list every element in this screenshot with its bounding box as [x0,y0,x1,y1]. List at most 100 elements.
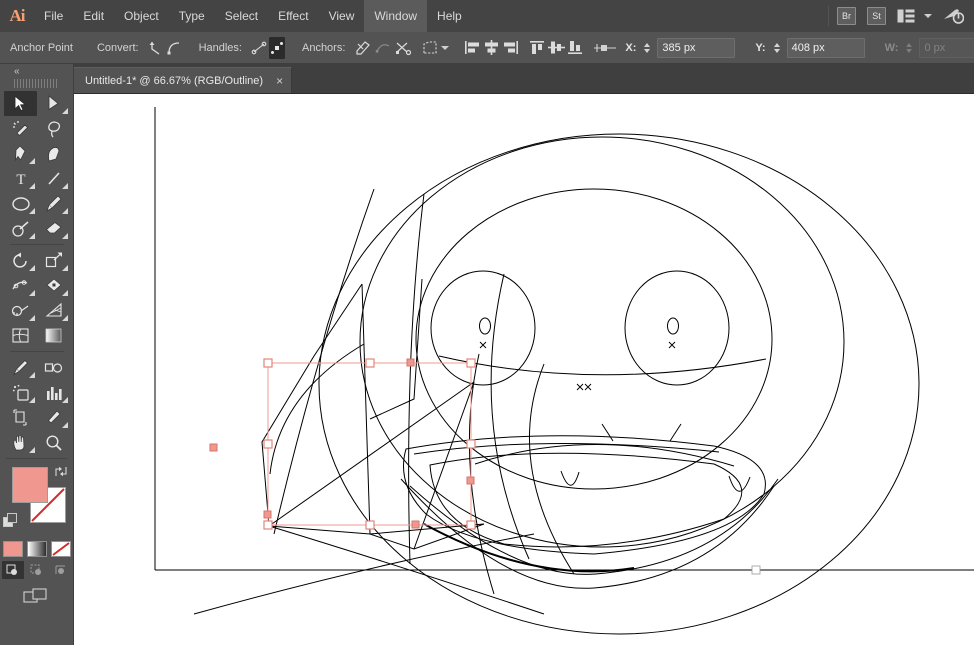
direct-selection-tool[interactable] [37,91,70,116]
anchors-label: Anchors: [301,41,346,54]
artboard-tool[interactable] [4,405,37,430]
mesh-tool[interactable] [4,323,37,348]
right-pupil [667,317,679,335]
x-position-field[interactable]: 385 px [657,37,736,58]
tool-group-corner [29,397,35,403]
eraser-tool[interactable] [37,216,70,241]
convert-to-corner-icon[interactable] [148,37,164,59]
menu-bar: Ai File Edit Object Type Select Effect View Win… [0,0,974,32]
tool-group-corner [62,108,68,114]
draw-inside-mode[interactable] [50,561,72,579]
change-screen-mode-icon[interactable] [22,587,51,608]
type-tool[interactable]: T [4,166,37,191]
curvature-tool[interactable] [37,141,70,166]
draw-behind-mode[interactable] [26,561,48,579]
column-graph-tool[interactable] [37,380,70,405]
isolate-selected-icon[interactable] [594,37,617,59]
cut-path-icon[interactable] [394,37,412,59]
paintbrush-tool[interactable] [37,191,70,216]
none-swatch[interactable] [50,541,71,557]
y-position-field-stepper[interactable] [771,42,783,53]
svg-text:T: T [16,172,25,187]
pen-tool[interactable] [4,141,37,166]
ellipse-tool[interactable] [4,191,37,216]
blend-tool[interactable] [37,355,70,380]
connect-anchors-icon[interactable] [374,37,392,59]
path-anchor-points [209,358,475,529]
eyedropper-tool[interactable] [4,355,37,380]
remove-anchor-icon[interactable] [354,37,372,59]
fill-stroke-controls [0,463,74,539]
menu-item-window[interactable]: Window [364,0,428,32]
zoom-tool[interactable] [37,430,70,455]
document-canvas[interactable] [74,94,974,645]
x-position-field-stepper[interactable] [641,42,653,53]
menu-item-edit[interactable]: Edit [73,0,114,32]
align-left-icon[interactable] [464,37,481,59]
convert-label: Convert: [96,41,139,54]
tool-group-corner [62,315,68,321]
tool-group-corner [62,233,68,239]
drawing-modes-row [0,561,73,579]
selection-tool[interactable] [4,91,37,116]
gradient-swatch[interactable] [26,541,47,557]
align-vertical-center-icon[interactable] [548,37,566,59]
left-nostril [601,423,614,442]
width-field-label: W: [884,41,899,54]
rotate-tool[interactable] [4,248,37,273]
fill-swatch[interactable] [12,467,48,503]
tool-group-corner [29,233,35,239]
chevron-down-icon[interactable] [441,45,450,50]
magic-wand-tool[interactable] [4,116,37,141]
menu-item-object[interactable]: Object [114,0,169,32]
swap-fill-stroke-icon[interactable] [54,465,68,481]
menu-item-effect[interactable]: Effect [268,0,318,32]
tool-group-corner [29,447,35,453]
collapse-panel-icon[interactable]: « [14,66,19,77]
tool-group-secondary [0,355,74,455]
gradient-tool[interactable] [37,323,70,348]
align-bottom-icon[interactable] [567,37,584,59]
shape-builder-tool[interactable] [4,298,37,323]
shaper-tool[interactable] [4,216,37,241]
free-transform-tool[interactable] [37,273,70,298]
tools-panel-grabber[interactable] [14,79,59,88]
menu-item-file[interactable]: File [34,0,73,32]
tool-group-primary: T [0,91,74,355]
tool-group-corner [62,422,68,428]
psyduck-outline-artwork [154,107,974,635]
show-handles-icon[interactable] [251,37,267,59]
perspective-grid-tool[interactable] [37,298,70,323]
workspace-switcher-icon[interactable] [942,7,964,25]
menu-item-select[interactable]: Select [215,0,268,32]
left-eye-outline [430,270,536,386]
sweep-stroke-1 [273,188,375,535]
align-horizontal-center-icon[interactable] [483,37,500,59]
align-right-icon[interactable] [502,37,519,59]
arrange-documents-icon[interactable] [897,9,915,23]
document-tab[interactable]: Untitled-1* @ 66.67% (RGB/Outline) × [74,67,293,93]
hide-handles-icon[interactable] [268,36,285,59]
close-icon[interactable]: × [276,75,283,87]
menu-item-help[interactable]: Help [427,0,472,32]
chevron-down-icon[interactable] [924,14,932,18]
hand-tool[interactable] [4,430,37,455]
lasso-tool[interactable] [37,116,70,141]
convert-to-smooth-icon[interactable] [166,37,182,59]
scale-tool[interactable] [37,248,70,273]
menu-bar-right: Br St [820,0,974,32]
menu-item-type[interactable]: Type [169,0,215,32]
slice-tool[interactable] [37,405,70,430]
symbol-sprayer-tool[interactable] [4,380,37,405]
menu-item-view[interactable]: View [319,0,365,32]
color-swatch[interactable] [2,541,23,557]
align-top-icon[interactable] [529,37,546,59]
width-tool[interactable] [4,273,37,298]
transform-shape-icon[interactable] [422,37,438,59]
stock-button[interactable]: St [867,7,886,25]
line-segment-tool[interactable] [37,166,70,191]
draw-normal-mode[interactable] [1,561,24,579]
y-position-field-label: Y: [755,41,766,54]
y-position-field[interactable]: 408 px [786,37,865,58]
bridge-button[interactable]: Br [837,7,856,25]
